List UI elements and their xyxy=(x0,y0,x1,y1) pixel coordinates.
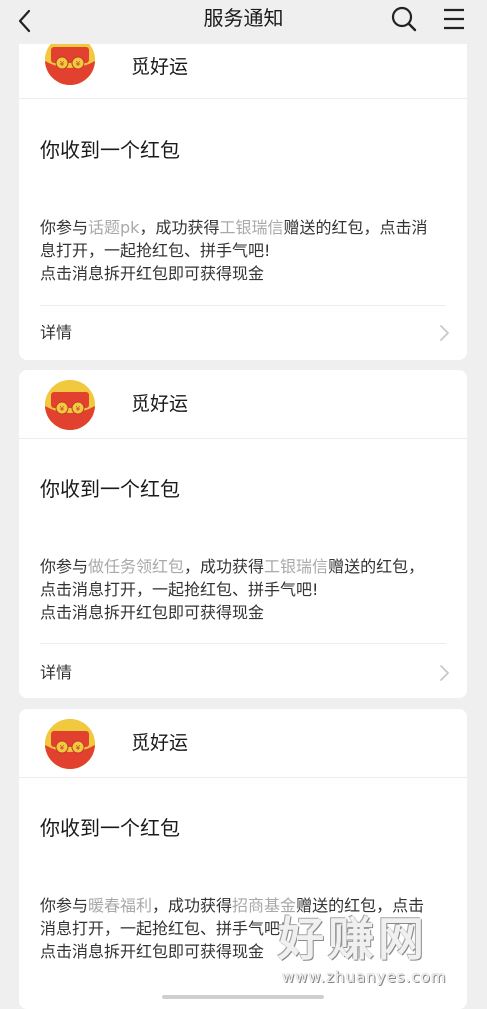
message-title: 你收到一个红包 xyxy=(40,138,180,162)
body-text: ，成功获得 xyxy=(139,218,220,237)
body-text-line2: 点击消息拆开红包即可获得现金 xyxy=(40,942,265,961)
sender-name: 觅好运 xyxy=(131,56,189,78)
card-header: ¥ ¥ 觅好运 xyxy=(19,709,467,778)
body-text: ，成功获得 xyxy=(184,557,265,576)
menu-icon[interactable] xyxy=(440,5,468,33)
sender-name: 觅好运 xyxy=(131,393,189,415)
svg-text:¥: ¥ xyxy=(60,744,65,752)
topic-highlight: 暖春福利 xyxy=(88,896,153,915)
sponsor-highlight: 招商基金 xyxy=(232,896,297,915)
message-body: 你参与做任务领红包，成功获得工银瑞信赠送的红包，点击消息打开，一起抢红包、拼手气… xyxy=(40,555,440,624)
sponsor-highlight: 工银瑞信 xyxy=(264,557,329,576)
svg-text:¥: ¥ xyxy=(60,60,65,68)
message-body: 你参与暖春福利，成功获得招商基金赠送的红包，点击消息打开，一起抢红包、拼手气吧!… xyxy=(40,894,440,963)
red-envelope-icon: ¥ ¥ xyxy=(45,719,95,769)
notification-card[interactable]: ¥ ¥ 觅好运 你收到一个红包 你参与话题pk，成功获得工银瑞信赠送的红包，点击… xyxy=(19,0,467,360)
detail-link[interactable]: 详情 xyxy=(40,322,72,344)
svg-text:¥: ¥ xyxy=(76,60,81,68)
body-text: ，成功获得 xyxy=(152,896,233,915)
home-indicator[interactable] xyxy=(162,995,324,999)
message-title: 你收到一个红包 xyxy=(40,477,180,501)
topic-highlight: 做任务领红包 xyxy=(88,557,185,576)
svg-text:¥: ¥ xyxy=(76,744,81,752)
chevron-right-icon xyxy=(440,325,449,341)
body-text-line2: 点击消息拆开红包即可获得现金 xyxy=(40,603,265,622)
body-text: 你参与 xyxy=(40,557,89,576)
svg-text:¥: ¥ xyxy=(76,405,81,413)
divider xyxy=(40,643,446,644)
svg-text:¥: ¥ xyxy=(60,405,65,413)
message-title: 你收到一个红包 xyxy=(40,816,180,840)
divider xyxy=(40,305,446,306)
sender-name: 觅好运 xyxy=(131,732,189,754)
body-text-line2: 点击消息拆开红包即可获得现金 xyxy=(40,264,265,283)
notification-card[interactable]: ¥ ¥ 觅好运 你收到一个红包 你参与暖春福利，成功获得招商基金赠送的红包，点击… xyxy=(19,709,467,1009)
red-envelope-icon: ¥ ¥ xyxy=(45,380,95,430)
sponsor-highlight: 工银瑞信 xyxy=(219,218,284,237)
detail-link[interactable]: 详情 xyxy=(40,662,72,684)
search-icon[interactable] xyxy=(390,5,418,33)
message-body: 你参与话题pk，成功获得工银瑞信赠送的红包，点击消息打开，一起抢红包、拼手气吧!… xyxy=(40,216,440,285)
body-text: 你参与 xyxy=(40,896,89,915)
card-header: ¥ ¥ 觅好运 xyxy=(19,370,467,439)
top-bar: 服务通知 xyxy=(0,0,487,44)
topic-highlight: 话题pk xyxy=(88,218,140,237)
chevron-right-icon xyxy=(440,665,449,681)
notification-card[interactable]: ¥ ¥ 觅好运 你收到一个红包 你参与做任务领红包，成功获得工银瑞信赠送的红包，… xyxy=(19,370,467,698)
body-text: 你参与 xyxy=(40,218,89,237)
